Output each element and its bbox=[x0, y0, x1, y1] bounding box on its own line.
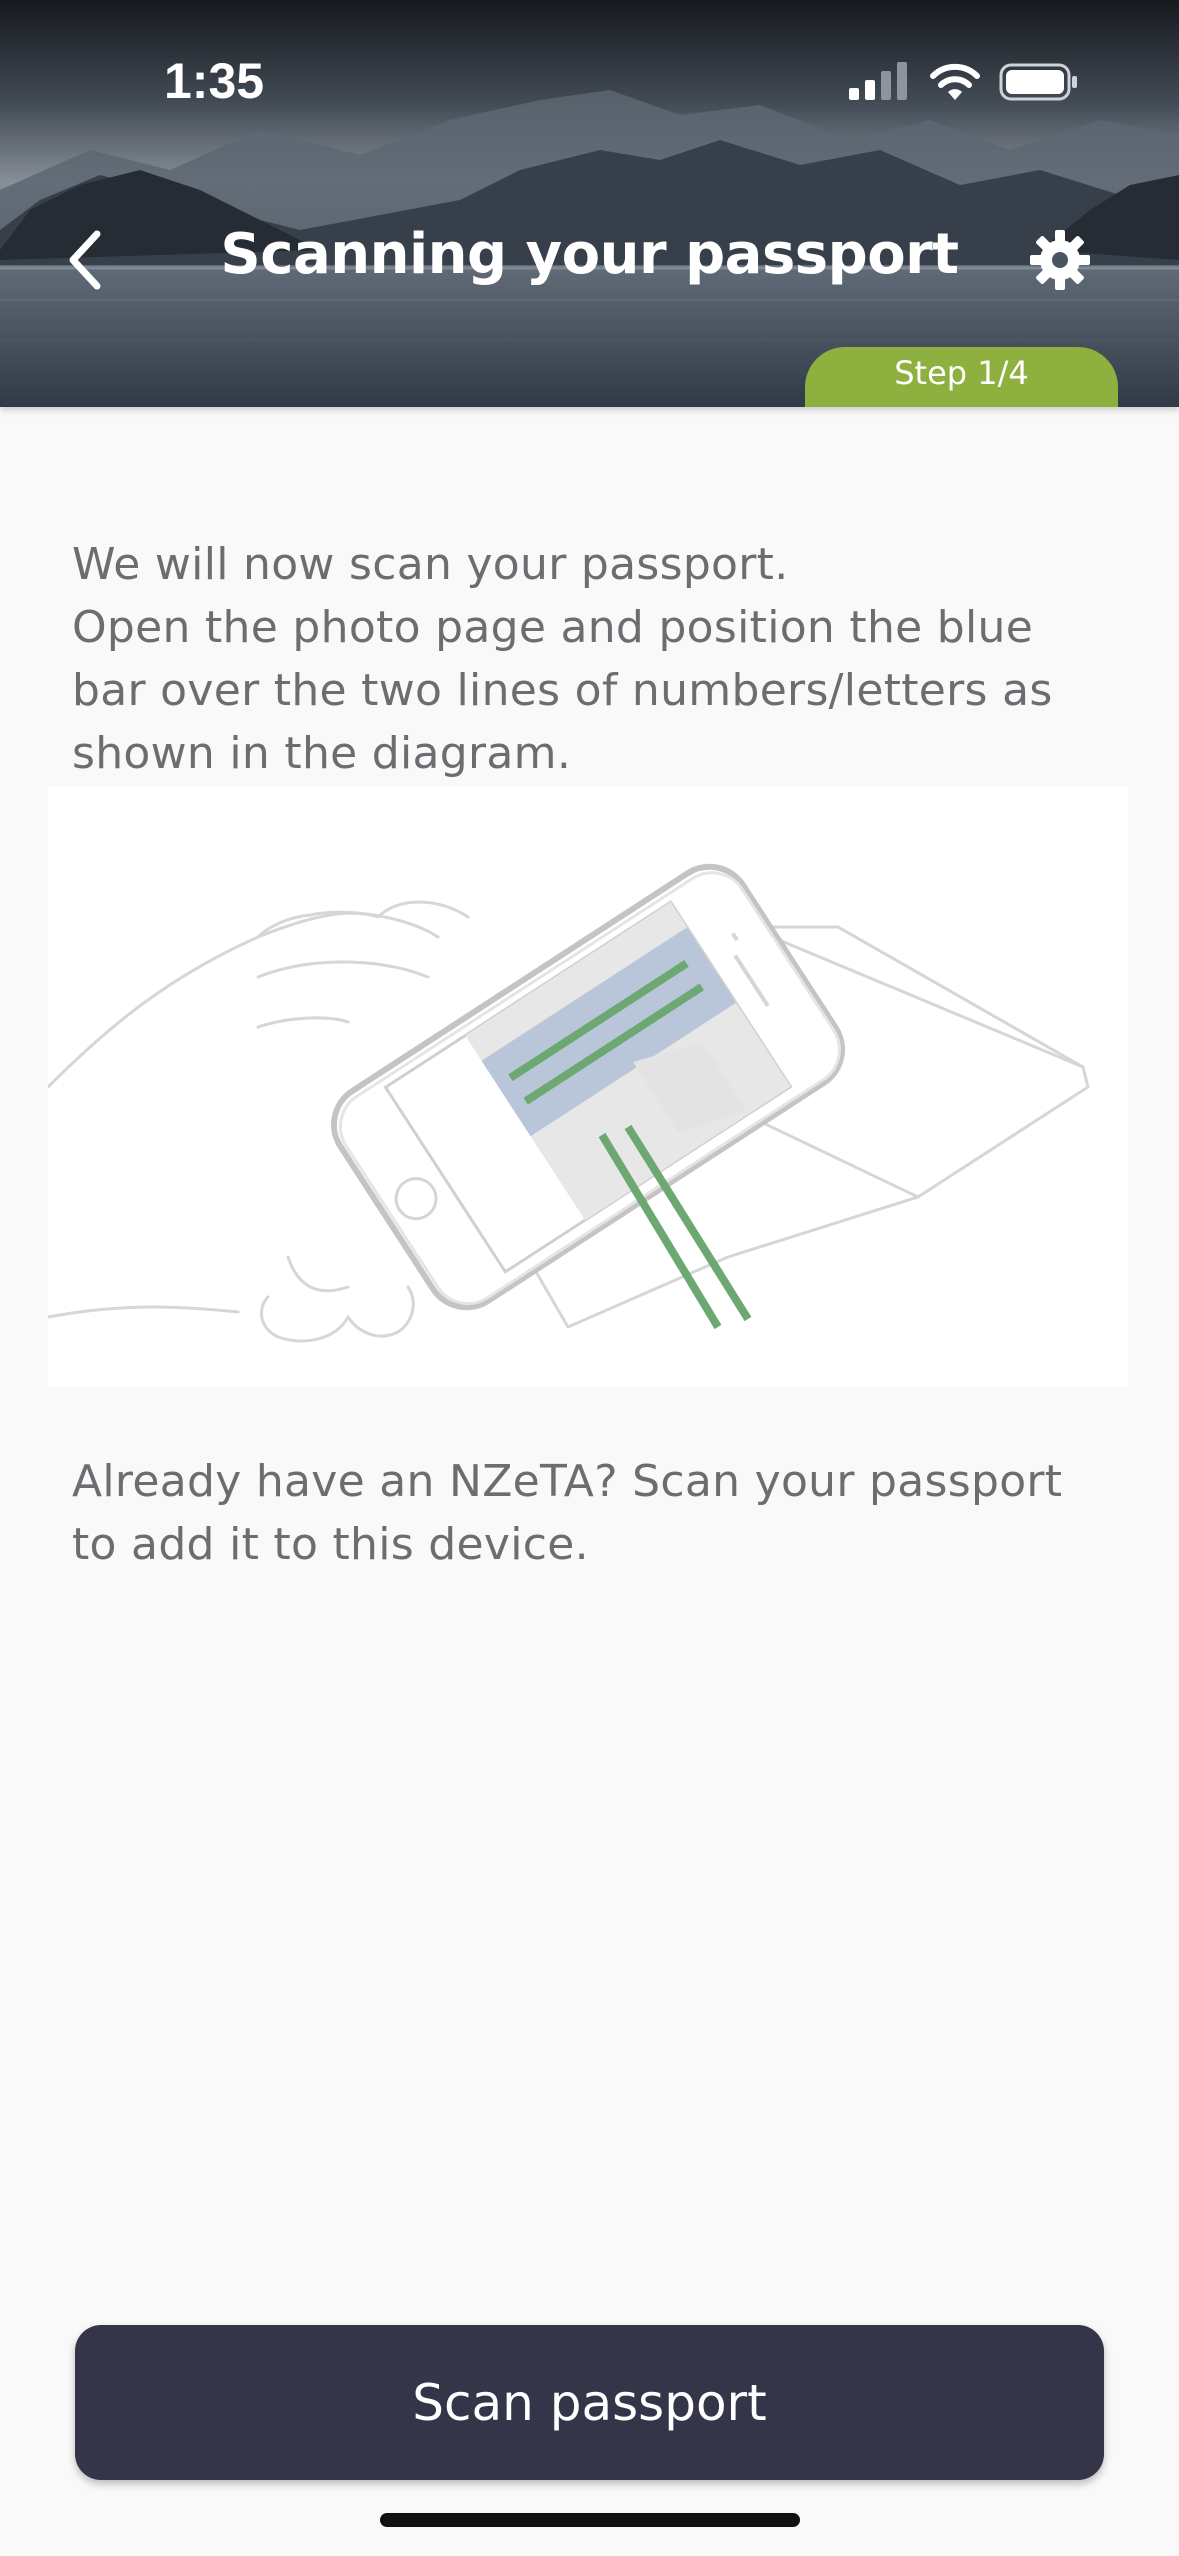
instructions: We will now scan your passport. Open the… bbox=[72, 533, 1112, 785]
home-indicator bbox=[380, 2513, 800, 2527]
passport-scan-diagram bbox=[46, 787, 1128, 1387]
passport-scan-illustration bbox=[46, 863, 1090, 1343]
scan-passport-button[interactable]: Scan passport bbox=[75, 2325, 1104, 2480]
header: 1:35 Scanning your passport Step 1/4 bbox=[0, 0, 1179, 407]
page-title: Scanning your passport bbox=[220, 222, 959, 287]
instructions-line-1: We will now scan your passport. bbox=[72, 539, 789, 590]
cellular-signal-icon bbox=[849, 62, 907, 100]
step-badge: Step 1/4 bbox=[805, 347, 1118, 407]
existing-nzeta-note: Already have an NZeTA? Scan your passpor… bbox=[72, 1456, 1063, 1570]
wifi-icon bbox=[930, 63, 980, 100]
screen: 1:35 Scanning your passport Step 1/4 We … bbox=[0, 0, 1179, 2556]
gear-icon bbox=[1030, 230, 1090, 290]
battery-icon bbox=[999, 63, 1077, 101]
settings-button[interactable] bbox=[1025, 225, 1095, 295]
status-icons bbox=[849, 62, 1079, 102]
instructions-line-2: Open the photo page and position the blu… bbox=[72, 602, 1053, 779]
status-time: 1:35 bbox=[164, 53, 265, 109]
